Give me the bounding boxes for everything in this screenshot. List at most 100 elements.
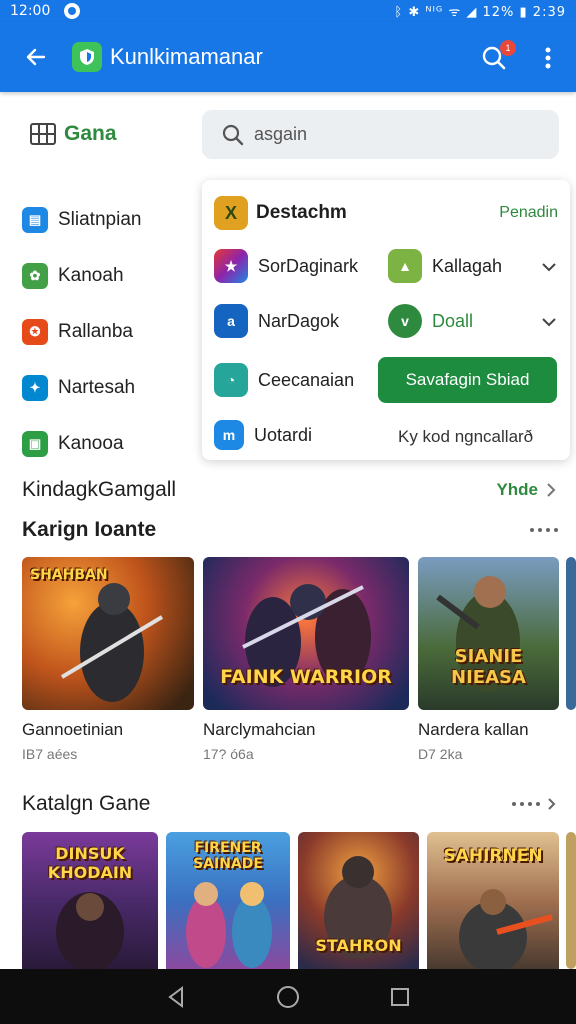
notification-icon [64, 3, 81, 19]
primary-action-button[interactable]: Savafagin Sbiad [378, 357, 557, 403]
app-icon: a [214, 304, 248, 338]
search-bar[interactable] [202, 110, 559, 159]
game-card[interactable]: SHAHBAN Gannoetinian IB7 aées [22, 557, 194, 762]
triangle-back-icon [168, 985, 183, 1008]
game-art-title: DINSUK KHODAIN [47, 844, 133, 882]
notification-badge: 1 [500, 40, 516, 56]
game-card[interactable]: SIANIE NIEASA Nardera kallan D7 2ka [418, 557, 559, 762]
dropdown-footer-text: Ky kod ngncallarð [398, 427, 534, 446]
dropdown-item[interactable]: ◔ Ceecanaian [214, 363, 354, 397]
game-artwork: DINSUK KHODAIN [22, 832, 158, 969]
status-bar: 12:00 ᛒ ✱ ᴺᴵᴳ ᯤ ◢ 12% ▮ 2:39 [0, 0, 576, 22]
search-input[interactable] [254, 124, 534, 145]
dropdown-item[interactable]: ▲ Kallagah [388, 249, 502, 283]
category-item[interactable]: ✦ Nartesah [22, 360, 141, 416]
chevron-right-icon [547, 483, 556, 497]
dropdown-item[interactable]: v Doall [388, 304, 473, 338]
expand-button[interactable] [540, 258, 558, 276]
chevron-right-icon [548, 798, 556, 810]
game-card[interactable]: FIRENER SAINADE [166, 832, 290, 969]
game-artwork [566, 557, 576, 710]
game-artwork: FAINK WARRIOR [203, 557, 409, 710]
section-row-header: Katalgn Gane [22, 792, 558, 816]
category-item[interactable]: ✪ Rallanba [22, 304, 141, 360]
circle-home-icon [277, 985, 299, 1008]
category-item[interactable]: ▤ Sliatnpian [22, 192, 141, 248]
nav-home-button[interactable] [273, 982, 303, 1012]
game-card[interactable]: STAHRON [298, 832, 419, 969]
more-vertical-icon [545, 47, 551, 69]
section-label: Gana [64, 122, 117, 145]
game-artwork [566, 832, 576, 969]
game-artwork: SIANIE NIEASA [418, 557, 559, 710]
dropdown-item-label: Uotardi [254, 424, 313, 445]
nav-back-button[interactable] [161, 982, 191, 1012]
game-meta: D7 2ka [418, 746, 463, 762]
chevron-down-icon [542, 317, 556, 326]
category-icon: ✿ [22, 263, 48, 289]
dropdown-action-link[interactable]: Penadin [499, 204, 558, 222]
row-title: Katalgn Gane [22, 792, 151, 815]
app-icon: v [388, 304, 422, 338]
app-bar: Kunlkimamanar 1 [0, 22, 576, 92]
arrow-left-icon [26, 48, 46, 66]
category-label: Nartesah [58, 377, 136, 398]
game-card[interactable]: SAHIRNEN [427, 832, 559, 969]
more-horizontal-icon[interactable] [530, 528, 558, 532]
game-artwork: SAHIRNEN [427, 832, 559, 969]
game-artwork: SHAHBAN [22, 557, 194, 710]
game-art-title: FIRENER SAINADE [193, 840, 263, 872]
game-art-title: SHAHBAN [30, 567, 108, 583]
game-card[interactable] [566, 832, 576, 969]
category-label: Kanoah [58, 265, 124, 286]
grid-icon [30, 123, 56, 145]
category-icon: ▤ [22, 207, 48, 233]
see-more-link[interactable] [512, 797, 558, 811]
game-meta: IB7 aées [22, 746, 78, 762]
app-logo [72, 42, 102, 72]
game-art-title: FAINK WARRIOR [220, 666, 392, 688]
game-title: Narclymahcian [203, 720, 316, 739]
dropdown-panel: X Destachm Penadin ★ SorDaginark ▲ Kalla… [202, 180, 570, 460]
row-title: Karign Ioante [22, 518, 157, 541]
dropdown-item-label: SorDaginark [258, 255, 359, 276]
category-item[interactable]: ▣ Kanooa [22, 416, 141, 472]
game-card[interactable]: DINSUK KHODAIN [22, 832, 158, 969]
back-button[interactable] [16, 37, 56, 77]
search-button[interactable]: 1 [474, 38, 516, 78]
game-card[interactable]: FAINK WARRIOR Narclymahcian 17? ó6a [203, 557, 409, 762]
category-item[interactable]: ✿ Kanoah [22, 248, 141, 304]
dropdown-item[interactable]: a NarDagok [214, 304, 339, 338]
category-label: Kanooa [58, 433, 124, 454]
category-list: ▤ Sliatnpian ✿ Kanoah ✪ Rallanba ✦ Narte… [22, 192, 141, 472]
category-label: Sliatnpian [58, 209, 142, 230]
dropdown-item[interactable]: ★ SorDaginark [214, 249, 358, 283]
chevron-down-icon [542, 262, 556, 271]
expand-button[interactable] [540, 313, 558, 331]
game-artwork: FIRENER SAINADE [166, 832, 290, 969]
app-icon: X [214, 196, 248, 230]
nav-recents-button[interactable] [385, 982, 415, 1012]
status-time: 12:00 [10, 3, 51, 19]
app-icon: ◔ [214, 363, 248, 397]
category-icon: ✦ [22, 375, 48, 401]
row-title: KindagkGamgall [22, 478, 177, 501]
app-icon: m [214, 420, 244, 450]
game-title: Gannoetinian [22, 720, 124, 739]
category-icon: ▣ [22, 431, 48, 457]
see-more-label: Yhde [496, 480, 538, 499]
dropdown-item[interactable]: m Uotardi [214, 420, 312, 450]
game-meta: 17? ó6a [203, 746, 254, 762]
dropdown-title: Destachm [256, 202, 347, 223]
app-title: Kunlkimamanar [110, 44, 263, 69]
see-more-link[interactable]: Yhde [496, 480, 558, 500]
square-recents-icon [391, 987, 409, 1006]
category-label: Rallanba [58, 321, 133, 342]
game-artwork: STAHRON [298, 832, 419, 969]
game-art-title: SIANIE NIEASA [451, 646, 526, 688]
game-card[interactable] [566, 557, 576, 710]
section-header: Gana [30, 122, 117, 146]
dropdown-item-label: Ceecanaian [258, 369, 355, 390]
app-icon: ★ [214, 249, 248, 283]
overflow-menu-button[interactable] [530, 38, 566, 78]
